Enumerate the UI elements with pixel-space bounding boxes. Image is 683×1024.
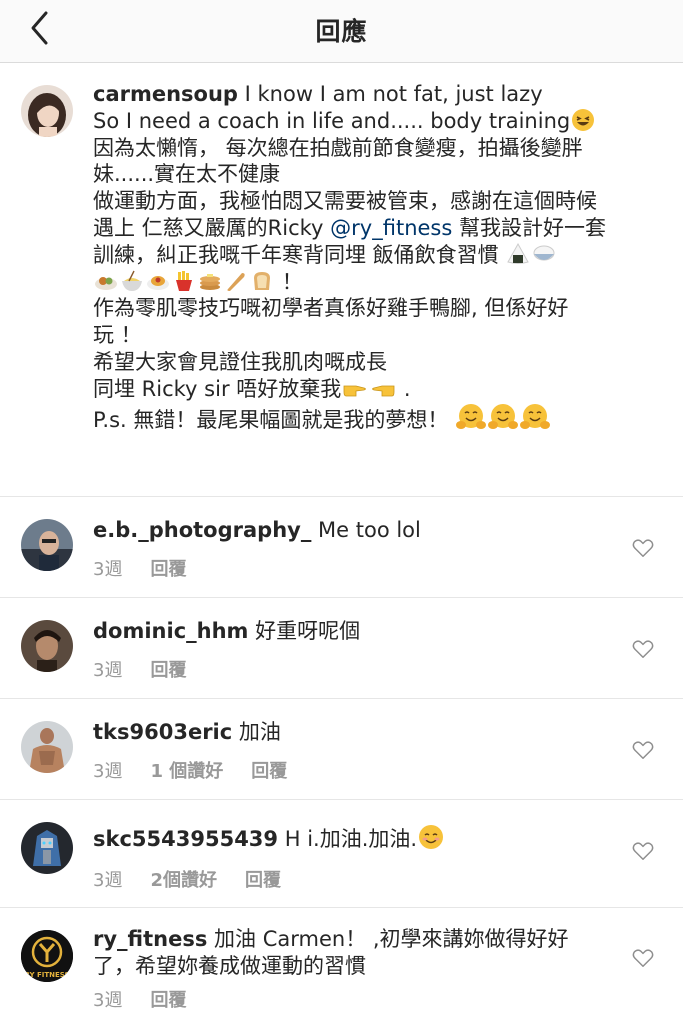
heart-outline-icon[interactable]: [632, 947, 654, 969]
comment-time: 3週: [93, 870, 123, 891]
page-title: 回應: [315, 17, 368, 46]
caption-line: .: [397, 376, 411, 401]
cooked-rice-emoji: [532, 242, 556, 273]
ry-fitness-logo: RY FITNESS: [21, 930, 73, 982]
comment-time: 3週: [93, 761, 123, 782]
grinning-squint-emoji: [571, 108, 595, 139]
avatar[interactable]: RY FITNESS: [21, 930, 73, 982]
top-nav-bar: 回應: [0, 0, 683, 63]
mention-link[interactable]: @ry_fitness: [330, 216, 452, 240]
avatar[interactable]: [21, 85, 73, 137]
smiling-face-emoji: [418, 824, 444, 857]
hugging-face-emoji: [520, 403, 551, 438]
reply-button[interactable]: 回覆: [150, 559, 186, 580]
comment-text: ry_fitness 加油 Carmen！ ,初學來講妳做得好好 了，希望妳養成…: [93, 926, 613, 980]
caption-line: 妹......實在太不健康: [93, 162, 281, 187]
comments-screen: 回應 carmensoup I know I am not fat, just …: [0, 0, 683, 1024]
like-count[interactable]: 2個讚好: [150, 870, 217, 891]
caption-line: So I need a coach in life and..... body …: [93, 108, 571, 133]
avatar[interactable]: [21, 822, 73, 874]
heart-outline-icon[interactable]: [632, 840, 654, 862]
comment-item: RY FITNESS ry_fitness 加油 Carmen！ ,初學來講妳做…: [0, 908, 683, 1024]
comment-item: e.b._photography_ Me too lol 3週 回覆: [0, 497, 683, 598]
logo-text: RY FITNESS: [24, 971, 69, 979]
comment-meta: 3週 回覆: [93, 656, 214, 682]
comment-message: 加油 Carmen！ ,初學來講妳做得好好: [214, 927, 569, 951]
comment-text: skc5543955439 H i.加油.加油.: [93, 824, 613, 857]
comment-time: 3週: [93, 990, 123, 1011]
reply-button[interactable]: 回覆: [251, 761, 287, 782]
comment-meta: 3週 回覆: [93, 555, 214, 581]
comment-meta: 3週 2個讚好 回覆: [93, 866, 309, 892]
hugging-face-emoji: [456, 403, 487, 438]
comment-time: 3週: [93, 660, 123, 681]
comment-username[interactable]: tks9603eric: [93, 720, 232, 744]
comment-username[interactable]: skc5543955439: [93, 827, 278, 851]
caption-username[interactable]: carmensoup: [93, 82, 238, 106]
comment-text: tks9603eric 加油: [93, 719, 613, 746]
comment-item: skc5543955439 H i.加油.加油. 3週 2個讚好 回覆: [0, 800, 683, 908]
like-count[interactable]: 1 個讚好: [150, 761, 223, 782]
comment-item: dominic_hhm 好重呀呢個 3週 回覆: [0, 598, 683, 699]
reply-button[interactable]: 回覆: [150, 990, 186, 1011]
caption-line: I know I am not fat, just lazy: [244, 82, 543, 106]
avatar[interactable]: [21, 519, 73, 571]
heart-outline-icon[interactable]: [632, 739, 654, 761]
caption-line: 訓練，糾正我嘅千年寒背同埋 飯俑飲食習慣: [93, 242, 499, 267]
comment-meta: 3週 回覆: [93, 986, 214, 1012]
caption-line: 同埋 Ricky sir 唔好放棄我: [93, 376, 342, 401]
reply-button[interactable]: 回覆: [150, 660, 186, 681]
caption-line: 因為太懶惰， 每次總在拍戲前節食變瘦，拍攝後變胖: [93, 135, 583, 160]
comment-message: 了，希望妳養成做運動的習慣: [93, 954, 366, 978]
caption-line: 希望大家會見證住我肌肉嘅成長: [93, 349, 387, 374]
caption-text: carmensoup I know I am not fat, just laz…: [93, 81, 668, 432]
comment-message: 好重呀呢個: [255, 619, 361, 643]
comment-text: e.b._photography_ Me too lol: [93, 517, 613, 544]
comment-time: 3週: [93, 559, 123, 580]
post-caption: carmensoup I know I am not fat, just laz…: [0, 63, 683, 497]
caption-line: 玩 ！: [93, 323, 142, 348]
comment-message: 加油: [238, 720, 281, 744]
avatar[interactable]: [21, 620, 73, 672]
reply-button[interactable]: 回覆: [245, 870, 281, 891]
caption-line: P.s. 無錯！最尾果幅圖就是我的夢想！: [93, 407, 449, 432]
hugging-face-emoji: [488, 403, 519, 438]
caption-line: 做運動方面，我極怕悶又需要被管束，感謝在這個時候: [93, 189, 597, 214]
comment-username[interactable]: dominic_hhm: [93, 619, 248, 643]
comment-text: dominic_hhm 好重呀呢個: [93, 618, 613, 645]
caption-line: ！: [281, 269, 303, 294]
heart-outline-icon[interactable]: [632, 638, 654, 660]
caption-line: 遇上 仁慈又嚴厲的Ricky: [93, 215, 331, 240]
comment-item: tks9603eric 加油 3週 1 個讚好 回覆: [0, 699, 683, 800]
comment-message: H i.加油.加油.: [284, 827, 418, 851]
rice-ball-emoji: [506, 242, 530, 273]
heart-outline-icon[interactable]: [632, 537, 654, 559]
avatar[interactable]: [21, 721, 73, 773]
comment-meta: 3週 1 個讚好 回覆: [93, 757, 315, 783]
caption-line: 作為零肌零技巧嘅初學者真係好雞手鴨腳, 但係好好: [93, 296, 569, 321]
caption-line: 幫我設計好一套: [452, 215, 606, 240]
comment-message: Me too lol: [318, 518, 421, 542]
comment-username[interactable]: e.b._photography_: [93, 518, 311, 542]
comment-username[interactable]: ry_fitness: [93, 927, 207, 951]
